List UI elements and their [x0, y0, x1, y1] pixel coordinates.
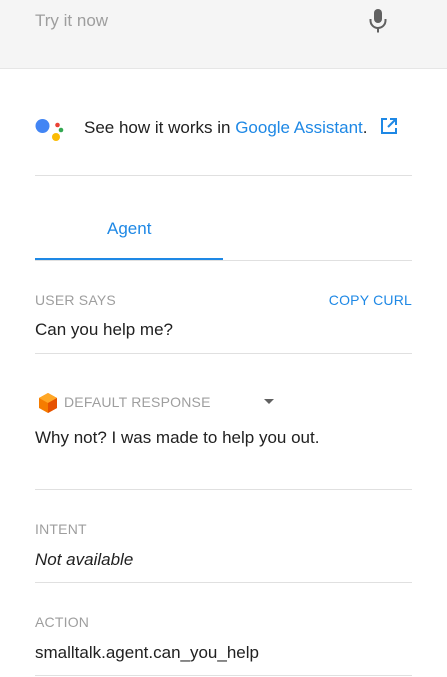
intent-label: INTENT — [35, 521, 87, 537]
action-label: ACTION — [35, 614, 90, 630]
divider — [35, 675, 412, 676]
default-response-value: Why not? I was made to help you out. — [35, 428, 320, 447]
action-value: smalltalk.agent.can_you_help — [35, 643, 259, 662]
default-response-label: DEFAULT RESPONSE — [64, 394, 211, 410]
divider — [35, 353, 412, 354]
tabs-divider — [35, 260, 412, 261]
try-it-bar — [0, 0, 447, 69]
chevron-down-icon — [264, 399, 274, 404]
divider — [35, 175, 412, 176]
divider — [35, 489, 412, 490]
divider — [35, 582, 412, 583]
assistant-promo-suffix: . — [362, 118, 368, 137]
assistant-promo: See how it works in Google Assistant. — [35, 114, 415, 144]
tab-agent-label: Agent — [107, 219, 152, 238]
external-link-icon[interactable] — [380, 117, 398, 135]
assistant-promo-prefix: See how it works in — [84, 118, 236, 137]
tab-agent[interactable]: Agent — [35, 205, 223, 261]
google-assistant-link[interactable]: Google Assistant — [235, 118, 363, 137]
assistant-promo-text: See how it works in Google Assistant. — [84, 118, 368, 138]
user-says-value: Can you help me? — [35, 320, 173, 339]
intent-value: Not available — [35, 550, 134, 569]
default-response-dropdown[interactable]: DEFAULT RESPONSE — [35, 390, 295, 416]
try-it-input[interactable] — [35, 8, 355, 34]
microphone-icon[interactable] — [368, 8, 388, 34]
user-says-label: USER SAYS — [35, 292, 116, 308]
google-assistant-logo-icon — [35, 119, 64, 141]
copy-curl-button[interactable]: COPY CURL — [329, 292, 412, 308]
orange-cube-icon — [39, 393, 57, 413]
